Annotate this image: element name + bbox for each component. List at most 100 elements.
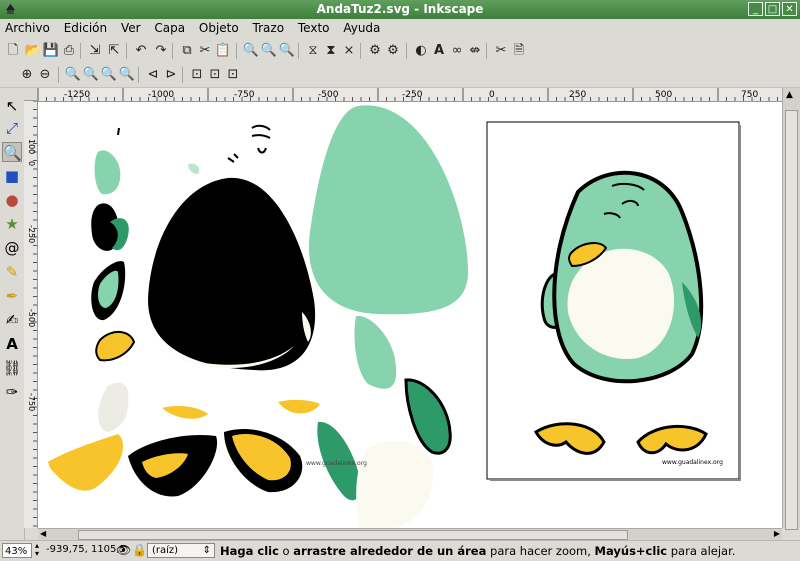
import-icon[interactable]: ⇲ — [86, 42, 104, 60]
paste-icon[interactable]: 📋 — [214, 42, 232, 60]
menu-edicion[interactable]: Edición — [59, 19, 112, 35]
node-tool-icon[interactable]: ⤢ — [2, 118, 22, 138]
drawing-canvas[interactable]: www.guadalinex.org www.guadalinex.org — [38, 102, 782, 528]
minimize-button[interactable]: _ — [748, 2, 763, 16]
horizontal-ruler[interactable]: -1250 -1000 -750 -500 -250 0 250 500 750 — [38, 88, 782, 102]
new-document-icon[interactable]: 🗋 — [4, 42, 22, 60]
black-wing-fragment[interactable] — [91, 203, 119, 251]
scroll-up-icon[interactable]: ▲ — [786, 90, 793, 100]
status-text: o — [278, 544, 294, 558]
zoom-2to1-icon[interactable]: 🔍 — [100, 66, 118, 84]
ruler-label: -250 — [402, 90, 423, 100]
layer-selector[interactable]: (raíz) ⇕ — [147, 543, 215, 558]
green-fragment[interactable] — [94, 150, 121, 195]
menu-objeto[interactable]: Objeto — [194, 19, 244, 35]
align-distribute-icon[interactable]: ⇎ — [466, 42, 484, 60]
star-tool-icon[interactable]: ★ — [2, 214, 22, 234]
open-icon[interactable]: 📂 — [24, 42, 42, 60]
zoom-page-icon[interactable]: ⊡ — [206, 66, 224, 84]
page-shadow — [490, 479, 741, 481]
cut-icon[interactable]: ✂ — [196, 42, 214, 60]
document-properties-icon[interactable]: 🗎 — [510, 42, 528, 60]
green-wing-fragment[interactable] — [404, 378, 452, 455]
zoom-in-icon[interactable]: ⊕ — [18, 66, 36, 84]
menu-capa[interactable]: Capa — [149, 19, 190, 35]
vertical-scrollbar[interactable]: ▲ — [782, 88, 800, 530]
lock-icon[interactable]: 🔒 — [132, 543, 147, 557]
separator — [172, 43, 173, 59]
green-fragment[interactable] — [354, 315, 397, 389]
menu-ayuda[interactable]: Ayuda — [338, 19, 385, 35]
zoom-out-icon[interactable]: ⊖ — [36, 66, 54, 84]
close-button[interactable]: ✕ — [782, 2, 797, 16]
scroll-right-icon[interactable]: ▶ — [774, 529, 780, 538]
unlink-clone-icon[interactable]: ⨯ — [340, 42, 358, 60]
stroke-fragment[interactable] — [117, 127, 120, 136]
connector-tool-icon[interactable]: ⛓ — [2, 358, 22, 378]
eyebrow-strokes[interactable] — [227, 124, 271, 163]
redo-icon[interactable]: ↷ — [152, 42, 170, 60]
fill-stroke-icon[interactable]: ◐ — [412, 42, 430, 60]
zoom-drawing-icon[interactable]: 🔍 — [260, 42, 278, 60]
group-icon[interactable]: ⚙ — [366, 42, 384, 60]
penguin-body-black[interactable] — [148, 177, 316, 371]
text-tool-icon[interactable]: A — [2, 334, 22, 354]
zoom-1to2-icon[interactable]: 🔍 — [82, 66, 100, 84]
separator — [360, 43, 361, 59]
preferences-icon[interactable]: ✂ — [492, 42, 510, 60]
pencil-tool-icon[interactable]: ✎ — [2, 262, 22, 282]
tool-controls-toolbar: ⊕ ⊖ 🔍 🔍 🔍 🔍 ⊲ ⊳ ⊡ ⊡ ⊡ — [0, 63, 800, 88]
menu-texto[interactable]: Texto — [293, 19, 335, 35]
calligraphy-tool-icon[interactable]: ✍ — [2, 310, 22, 330]
zoom-previous-icon[interactable]: ⊲ — [144, 66, 162, 84]
vertical-scroll-thumb[interactable] — [785, 110, 798, 530]
zoom-selection-icon[interactable]: 🔍 — [242, 42, 260, 60]
window-title: AndaTuz2.svg - Inkscape — [316, 2, 484, 16]
ungroup-icon[interactable]: ⚙ — [384, 42, 402, 60]
vertical-ruler[interactable]: 100 0 -250 -500 -750 — [24, 101, 38, 528]
chevron-updown-icon: ⇕ — [202, 545, 211, 556]
print-icon[interactable]: ⎙ — [60, 42, 78, 60]
zoom-field[interactable]: 43% — [2, 543, 32, 558]
undo-icon[interactable]: ↶ — [132, 42, 150, 60]
pen-tool-icon[interactable]: ✒ — [2, 286, 22, 306]
zoom-selection-icon[interactable]: 🔍 — [118, 66, 136, 84]
export-icon[interactable]: ⇱ — [105, 42, 123, 60]
duplicate-icon[interactable]: ⧖ — [304, 42, 322, 60]
separator — [80, 43, 81, 59]
save-icon[interactable]: 💾 — [42, 42, 60, 60]
spiral-tool-icon[interactable]: @ — [2, 238, 22, 258]
zoom-page-icon[interactable]: 🔍 — [278, 42, 296, 60]
zoom-next-icon[interactable]: ⊳ — [162, 66, 180, 84]
menu-trazo[interactable]: Trazo — [248, 19, 290, 35]
text-font-icon[interactable]: A — [430, 42, 448, 60]
dropper-tool-icon[interactable]: ✑ — [2, 382, 22, 402]
zoom-tool-icon[interactable]: 🔍 — [2, 142, 22, 162]
left-foot-yellow[interactable] — [48, 434, 124, 491]
green-fragment[interactable] — [188, 163, 200, 174]
penguin-head-green[interactable] — [308, 105, 468, 315]
ellipse-tool-icon[interactable]: ● — [2, 190, 22, 210]
cream-fragment[interactable] — [98, 382, 129, 432]
zoom-drawing-icon[interactable]: ⊡ — [188, 66, 206, 84]
cream-belly-fragment[interactable] — [356, 440, 434, 528]
ruler-label: -250 — [27, 225, 36, 243]
hidden-footer-text: www.guadalinex.org — [306, 460, 367, 467]
copy-icon[interactable]: ⧉ — [178, 42, 196, 60]
beak-fragment[interactable] — [95, 331, 136, 362]
yellow-fragment[interactable] — [162, 406, 208, 419]
eye-visibility-icon[interactable]: 👁 — [116, 543, 131, 557]
zoom-1to1-icon[interactable]: 🔍 — [64, 66, 82, 84]
menu-archivo[interactable]: Archivo — [0, 19, 55, 35]
menu-ver[interactable]: Ver — [116, 19, 146, 35]
zoom-spin-icon[interactable]: ▴ ▾ — [35, 542, 39, 558]
scroll-left-icon[interactable]: ◀ — [40, 529, 46, 538]
horizontal-scroll-thumb[interactable] — [78, 530, 628, 540]
selector-tool-icon[interactable]: ↖ — [2, 96, 22, 116]
maximize-button[interactable]: □ — [765, 2, 780, 16]
zoom-page-width-icon[interactable]: ⊡ — [224, 66, 242, 84]
rectangle-tool-icon[interactable]: ■ — [2, 166, 22, 186]
clone-icon[interactable]: ⧗ — [322, 42, 340, 60]
yellow-fragment[interactable] — [278, 399, 320, 414]
xml-editor-icon[interactable]: ∞ — [448, 42, 466, 60]
